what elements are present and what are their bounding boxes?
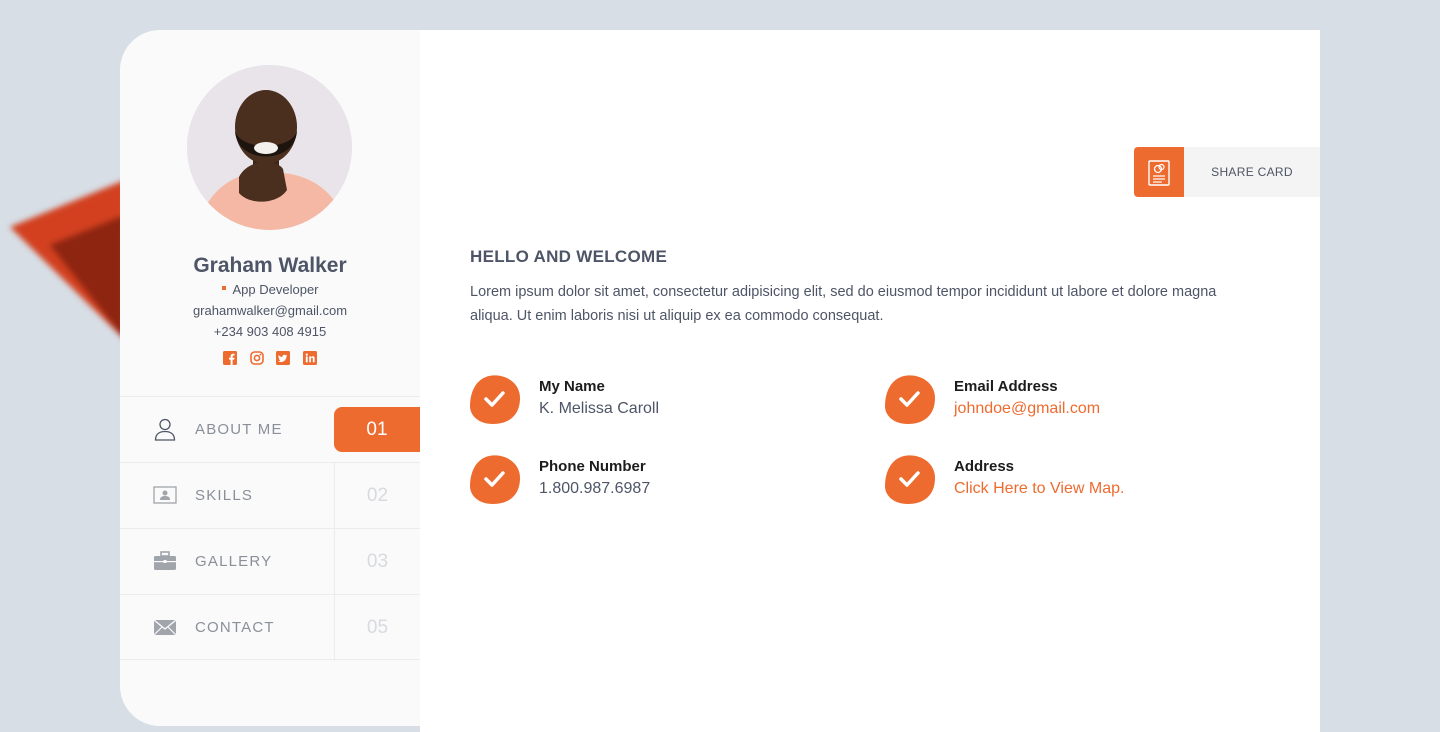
instagram-icon[interactable] — [249, 351, 264, 365]
sidebar-nav: ABOUT ME 01 SKILLS 02 GALLERY 03 CONTACT… — [120, 396, 420, 661]
sidebar-item-number: 05 — [334, 595, 420, 661]
user-icon — [153, 417, 177, 441]
sidebar-item-label: CONTACT — [195, 619, 275, 636]
profile-name: Graham Walker — [193, 254, 347, 277]
info-label: Address — [954, 458, 1015, 475]
profile-phone: +234 903 408 4915 — [213, 324, 327, 339]
info-label: Phone Number — [539, 458, 646, 475]
sidebar-item-label: GALLERY — [195, 553, 273, 570]
sidebar-item-number: 01 — [334, 407, 420, 452]
twitter-icon[interactable] — [276, 351, 291, 365]
section-title: HELLO AND WELCOME — [470, 247, 668, 266]
sidebar-item-number: 03 — [334, 529, 420, 595]
share-card-label: SHARE CARD — [1211, 165, 1293, 179]
email-link[interactable]: johndoe@gmail.com — [954, 400, 1100, 418]
map-link[interactable]: Click Here to View Map. — [954, 480, 1124, 498]
profile-sidebar: Graham Walker App Developer grahamwalker… — [120, 30, 420, 726]
sidebar-item-number: 02 — [334, 463, 420, 529]
profile-email: grahamwalker@gmail.com — [192, 303, 348, 318]
envelope-icon — [153, 615, 177, 639]
check-icon — [885, 454, 935, 504]
sidebar-item-skills[interactable]: SKILLS 02 — [120, 462, 420, 529]
sidebar-item-contact[interactable]: CONTACT 05 — [120, 594, 420, 661]
profile-role: App Developer — [120, 282, 420, 297]
avatar-photo — [187, 65, 352, 230]
check-icon — [885, 374, 935, 424]
linkedin-icon[interactable] — [302, 351, 317, 365]
about-text: Lorem ipsum dolor sit amet, consectetur … — [470, 284, 1217, 324]
briefcase-icon — [153, 549, 177, 573]
info-value: 1.800.987.6987 — [539, 480, 651, 497]
info-label: My Name — [539, 378, 605, 395]
sidebar-item-gallery[interactable]: GALLERY 03 — [120, 528, 420, 595]
info-value: K. Melissa Caroll — [539, 400, 660, 417]
id-card-icon — [153, 483, 177, 507]
main-content: SHARE CARD HELLO AND WELCOME Lorem ipsum… — [420, 30, 1320, 732]
share-card-button[interactable]: SHARE CARD — [1134, 147, 1320, 197]
avatar — [187, 65, 352, 230]
share-card-icon — [1134, 147, 1184, 197]
role-bullet — [221, 285, 226, 290]
facebook-icon[interactable] — [223, 351, 238, 365]
check-icon — [470, 454, 520, 504]
info-label: Email Address — [954, 378, 1058, 395]
check-icon — [470, 374, 520, 424]
social-links — [120, 351, 420, 370]
profile-role-text: App Developer — [232, 282, 319, 297]
sidebar-item-label: SKILLS — [195, 487, 254, 504]
sidebar-item-about-me[interactable]: ABOUT ME 01 — [120, 396, 420, 462]
sidebar-item-label: ABOUT ME — [195, 421, 283, 438]
